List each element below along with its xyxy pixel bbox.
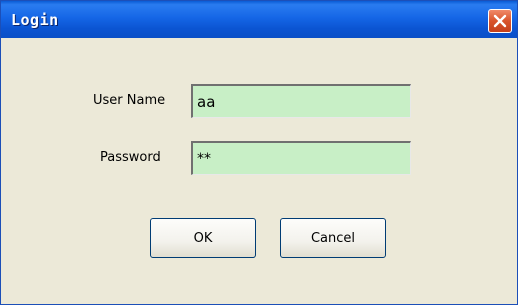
username-label: User Name	[93, 93, 166, 108]
ok-button-label: OK	[193, 230, 213, 246]
cancel-button-label: Cancel	[310, 230, 356, 246]
window-title: Login	[11, 11, 59, 29]
ok-button[interactable]: OK	[150, 218, 256, 258]
close-icon	[493, 14, 507, 28]
close-button[interactable]	[488, 9, 512, 33]
dialog-body: User Name Password OK Cancel	[1, 38, 517, 304]
password-input[interactable]	[191, 141, 411, 175]
cancel-button[interactable]: Cancel	[280, 218, 386, 258]
login-dialog: Login User Name Password OK Cancel	[0, 0, 518, 305]
username-input[interactable]	[191, 84, 411, 118]
password-label: Password	[100, 150, 161, 165]
title-bar[interactable]: Login	[1, 1, 517, 38]
